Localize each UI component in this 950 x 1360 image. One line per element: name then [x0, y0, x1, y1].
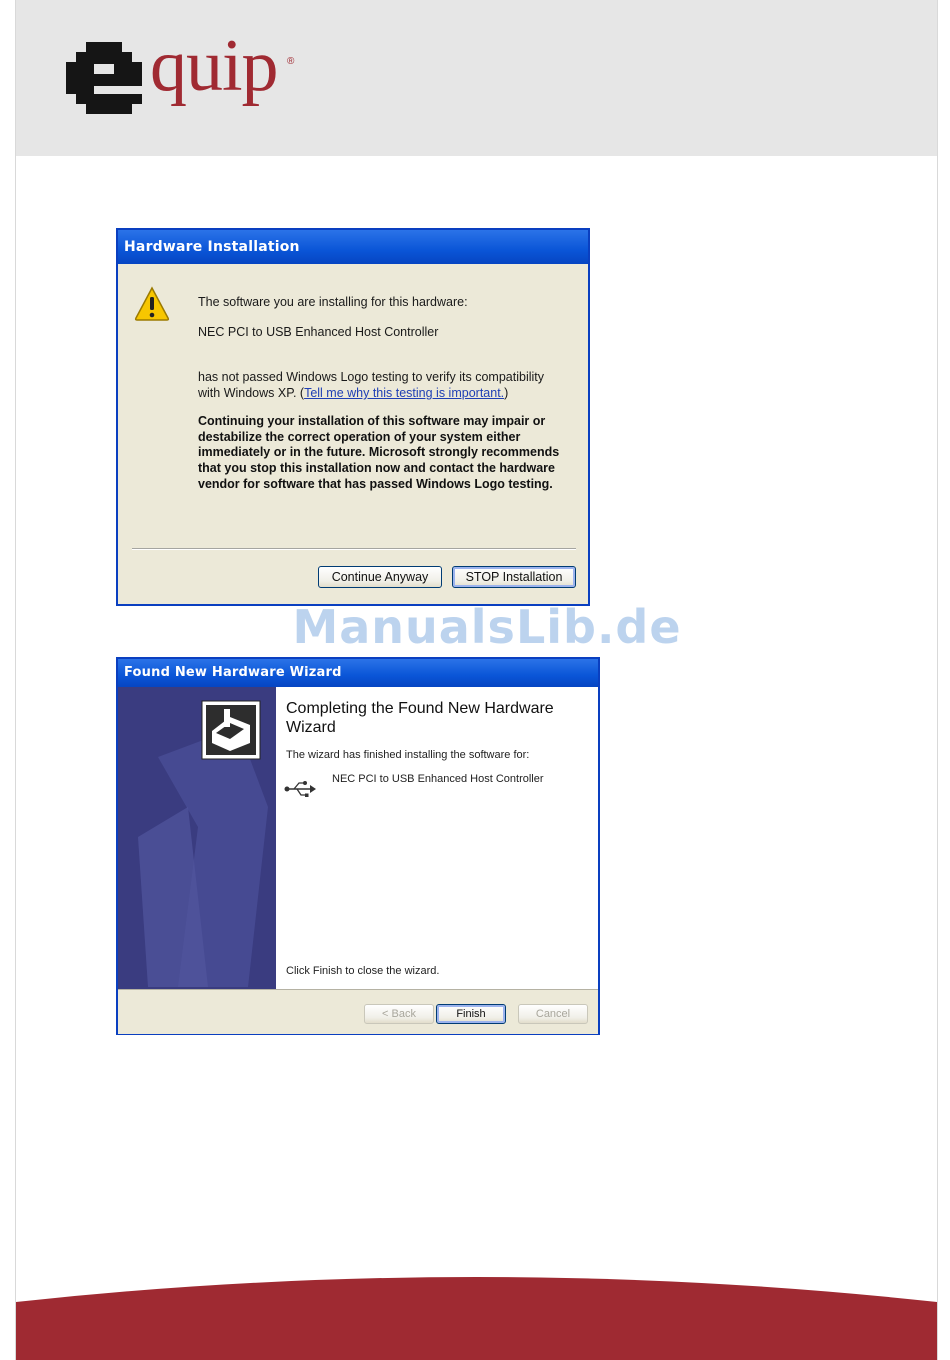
intro-text: The software you are installing for this… [198, 295, 468, 309]
why-testing-link[interactable]: Tell me why this testing is important. [304, 386, 504, 400]
wizard-side-banner [118, 687, 276, 989]
warning-text: Continuing your installation of this sof… [198, 414, 560, 491]
brand-name: quip [150, 25, 279, 107]
wizard-heading: Completing the Found New Hardware Wizard [286, 700, 554, 736]
finish-button[interactable]: Finish [436, 1004, 506, 1024]
logo-testing-text: has not passed Windows Logo testing to v… [198, 369, 568, 401]
header-band: quip ® [16, 0, 937, 156]
wizard-device-name: NEC PCI to USB Enhanced Host Controller [332, 773, 544, 785]
wizard-title: Found New Hardware Wizard [118, 659, 598, 687]
device-name: NEC PCI to USB Enhanced Host Controller [198, 325, 439, 339]
found-new-hardware-wizard: Found New Hardware Wizard Completing the… [116, 657, 600, 1035]
dialog-title: Hardware Installation [118, 230, 588, 264]
usb-icon [284, 781, 316, 797]
manual-page: quip ® Hardware Installation The softwar… [15, 0, 938, 1360]
warning-icon [134, 286, 170, 321]
watermark: ManualsLib.de [292, 600, 682, 654]
wizard-banner-graphic [118, 687, 276, 989]
hardware-installation-dialog: Hardware Installation The software you a… [116, 228, 590, 606]
back-button[interactable]: < Back [364, 1004, 434, 1024]
brand-logo: quip ® [66, 25, 326, 118]
finished-text: The wizard has finished installing the s… [286, 749, 530, 761]
registered-mark: ® [287, 56, 295, 67]
close-hint-text: Click Finish to close the wizard. [286, 965, 440, 977]
separator [132, 548, 576, 550]
e-logo-mark-icon [66, 42, 142, 114]
wizard-content: Completing the Found New Hardware Wizard… [276, 687, 598, 989]
continue-anyway-button[interactable]: Continue Anyway [318, 566, 442, 588]
cancel-button[interactable]: Cancel [518, 1004, 588, 1024]
paren-close: ) [504, 386, 509, 400]
stop-installation-button[interactable]: STOP Installation [452, 566, 576, 588]
wizard-button-bar: < Back Finish Cancel [118, 989, 598, 1034]
footer-wave [16, 1277, 937, 1360]
